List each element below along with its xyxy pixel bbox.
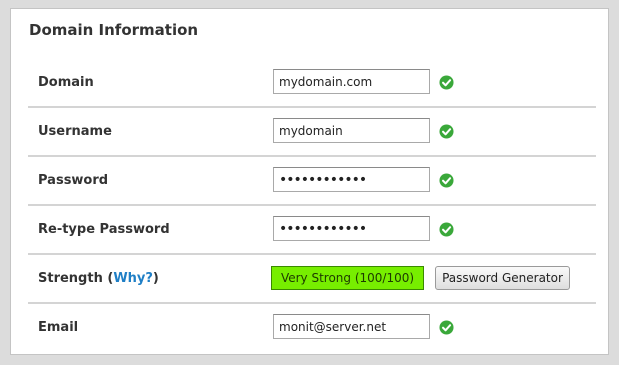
- domain-input[interactable]: [273, 69, 430, 94]
- check-circle-icon: [439, 320, 454, 335]
- retype-password-label: Re-type Password: [38, 222, 170, 237]
- password-row: Password: [28, 157, 596, 206]
- domain-information-panel: Domain Information Domain Username Passw…: [10, 8, 609, 355]
- domain-form: Domain Username Password Re-type: [28, 59, 596, 353]
- check-circle-icon: [439, 75, 454, 90]
- retype-password-row: Re-type Password: [28, 206, 596, 255]
- strength-row: Strength (Why?) Very Strong (100/100) Pa…: [28, 255, 596, 304]
- username-row: Username: [28, 108, 596, 157]
- username-input[interactable]: [273, 118, 430, 143]
- retype-password-input[interactable]: [273, 216, 430, 241]
- check-circle-icon: [439, 124, 454, 139]
- email-row: Email: [28, 304, 596, 353]
- email-label: Email: [38, 320, 79, 335]
- password-input[interactable]: [273, 167, 430, 192]
- panel-title: Domain Information: [29, 21, 199, 39]
- password-generator-button[interactable]: Password Generator: [435, 266, 570, 290]
- domain-row: Domain: [28, 59, 596, 108]
- strength-label: Strength (Why?): [38, 255, 159, 302]
- check-circle-icon: [439, 222, 454, 237]
- strength-label-text: Strength (: [38, 271, 114, 286]
- strength-meter: Very Strong (100/100): [271, 266, 424, 290]
- domain-label: Domain: [38, 75, 94, 90]
- password-label: Password: [38, 173, 109, 188]
- why-link[interactable]: Why?: [113, 271, 153, 286]
- strength-label-close: ): [152, 271, 159, 286]
- username-label: Username: [38, 124, 112, 139]
- email-input[interactable]: [273, 314, 430, 339]
- check-circle-icon: [439, 173, 454, 188]
